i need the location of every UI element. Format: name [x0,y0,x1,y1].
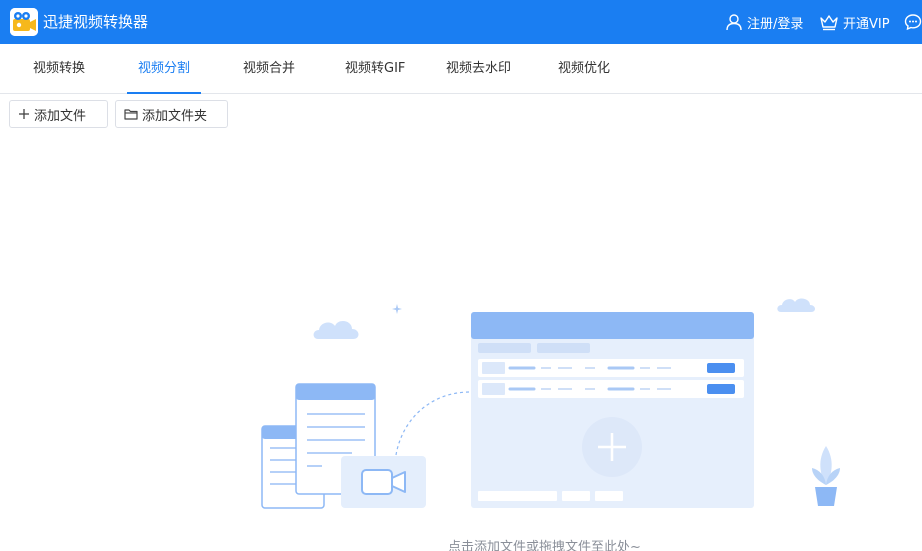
video-camera-icon [341,456,426,508]
vip-label: 开通VIP [843,16,890,32]
tab-video-to-gif[interactable]: 视频转GIF [345,44,405,94]
drop-hint-text: 点击添加文件或拖拽文件至此处~ [448,540,641,551]
add-file-button[interactable]: 添加文件 [9,100,108,128]
tab-video-convert[interactable]: 视频转换 [33,44,85,94]
folder-icon [124,109,138,120]
plus-icon [19,109,29,119]
message-button[interactable] [904,12,922,32]
app-logo-icon [10,8,38,36]
add-folder-label: 添加文件夹 [142,108,208,124]
login-button[interactable]: 注册/登录 [725,12,803,32]
open-vip-button[interactable]: 开通VIP [819,12,890,32]
cloud-icon [777,298,816,312]
chat-bubble-icon [904,14,922,31]
empty-state-illustration[interactable] [255,295,855,524]
cloud-icon [313,320,359,339]
app-window-mockup [471,312,754,508]
tab-video-optimize[interactable]: 视频优化 [558,44,610,94]
tab-video-merge[interactable]: 视频合并 [243,44,295,94]
crown-icon [820,15,838,31]
add-folder-button[interactable]: 添加文件夹 [115,100,228,128]
app-title: 迅捷视频转换器 [43,13,149,31]
title-bar: 迅捷视频转换器 注册/登录 开通VIP [0,0,922,44]
tab-video-split[interactable]: 视频分割 [126,44,202,94]
user-icon [726,14,742,31]
sparkle-icon [392,304,402,314]
tab-video-remove-watermark[interactable]: 视频去水印 [446,44,511,94]
add-plus-circle-icon[interactable] [582,417,642,477]
feature-tab-bar: 视频转换 视频分割 视频合并 视频转GIF 视频去水印 视频优化 [0,44,922,94]
plant-icon [812,446,840,506]
login-label: 注册/登录 [747,16,804,32]
add-file-label: 添加文件 [34,108,87,124]
